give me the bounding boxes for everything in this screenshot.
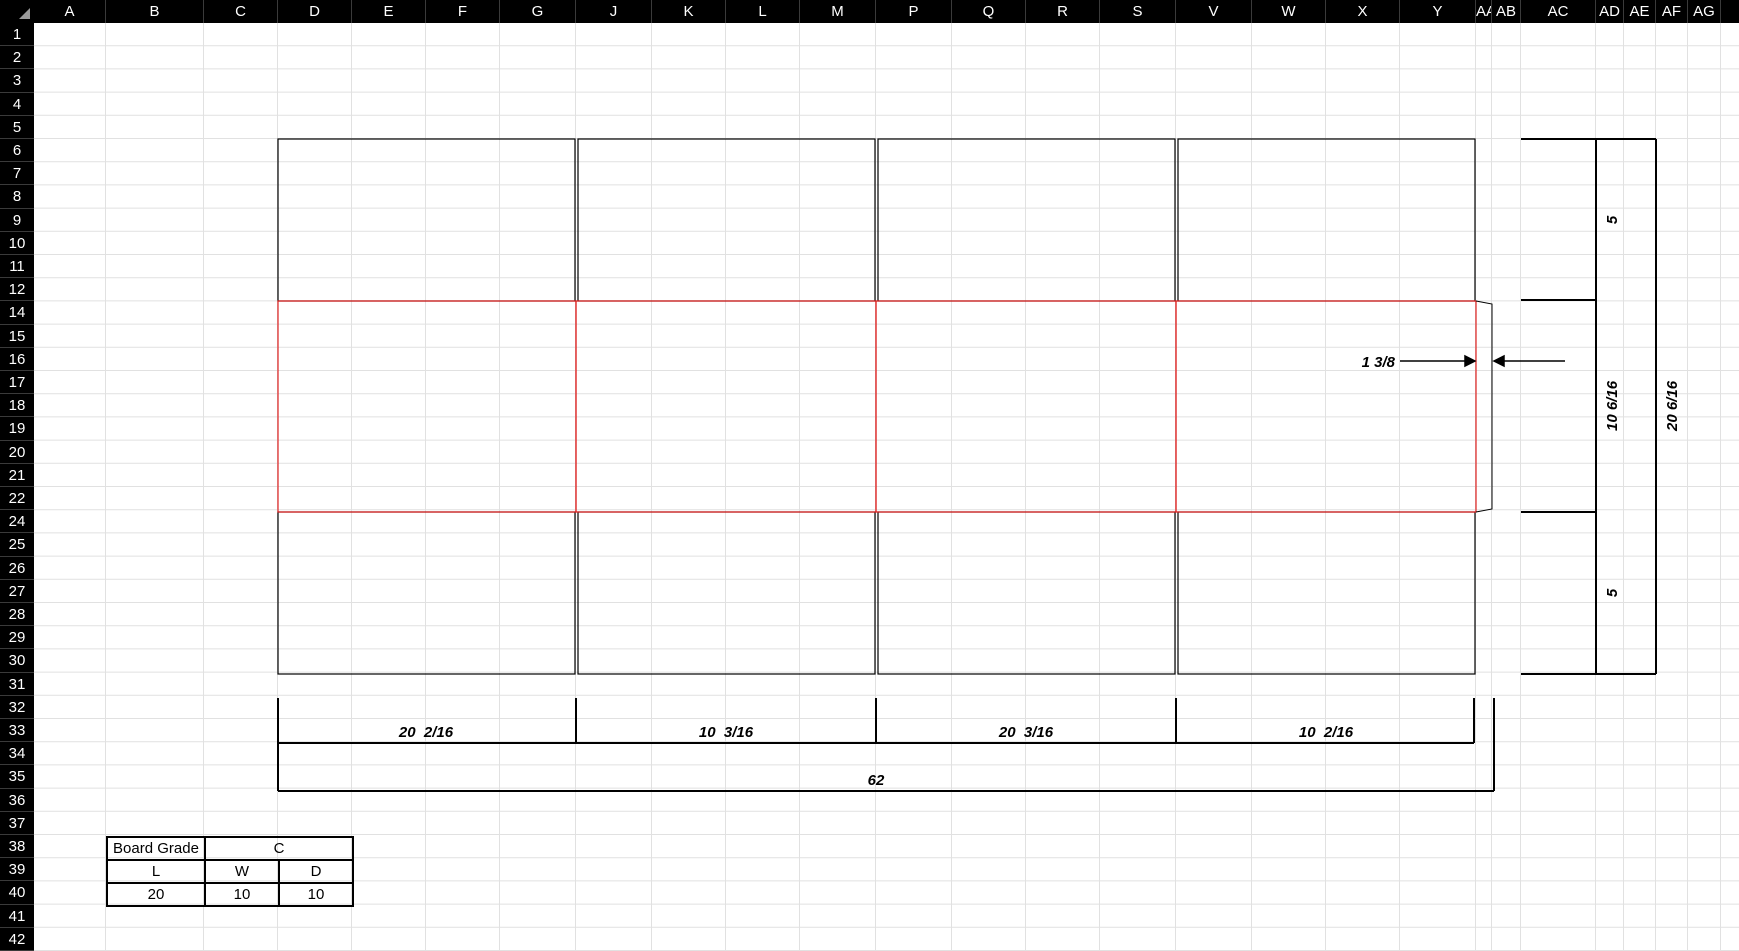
- bottom-flap-dimension: 5: [1604, 588, 1621, 597]
- panel-2-dimension: 10 3/16: [699, 724, 754, 741]
- panel-4-dimension: 10 2/16: [1299, 724, 1354, 741]
- total-length-dimension: 62: [868, 772, 885, 789]
- select-all-corner[interactable]: [0, 0, 34, 23]
- row-header-41[interactable]: 41: [0, 905, 34, 928]
- spreadsheet: ABCDEFGJKLMPQRSVWXYAAABACADAEAFAG 123456…: [0, 0, 1739, 951]
- header-l[interactable]: L: [106, 859, 206, 884]
- row-header-17[interactable]: 17: [0, 371, 34, 395]
- row-header-18[interactable]: 18: [0, 394, 34, 418]
- row-header-9[interactable]: 9: [0, 209, 34, 232]
- row-header-6[interactable]: 6: [0, 139, 34, 163]
- row-header-21[interactable]: 21: [0, 464, 34, 487]
- row-header-36[interactable]: 36: [0, 789, 34, 812]
- row-header-32[interactable]: 32: [0, 696, 34, 719]
- column-header-AG[interactable]: AG: [1688, 0, 1721, 23]
- column-header-bar: ABCDEFGJKLMPQRSVWXYAAABACADAEAFAG: [0, 0, 1739, 23]
- panel-1-dimension: 20 2/16: [398, 724, 454, 741]
- value-d[interactable]: 10: [278, 882, 354, 907]
- column-header-AD[interactable]: AD: [1596, 0, 1624, 23]
- column-header-V[interactable]: V: [1176, 0, 1252, 23]
- row-header-24[interactable]: 24: [0, 510, 34, 534]
- row-header-40[interactable]: 40: [0, 881, 34, 905]
- column-header-C[interactable]: C: [204, 0, 278, 23]
- row-header-bar: 1 2 3 4 5 6 7 8 9 10 11 12 14 15 16 17 18 19 20 21 22 24 25 26 2…: [0, 23, 34, 951]
- column-header-B[interactable]: B: [106, 0, 204, 23]
- column-header-AC[interactable]: AC: [1521, 0, 1596, 23]
- header-w[interactable]: W: [204, 859, 280, 884]
- row-header-5[interactable]: 5: [0, 116, 34, 139]
- row-header-11[interactable]: 11: [0, 255, 34, 279]
- cell-grid[interactable]: [34, 23, 1739, 951]
- column-header-AA[interactable]: AA: [1476, 0, 1492, 23]
- body-height-dimension: 10 6/16: [1604, 380, 1621, 431]
- row-header-1[interactable]: 1: [0, 23, 34, 47]
- row-header-39[interactable]: 39: [0, 858, 34, 882]
- column-header-F[interactable]: F: [426, 0, 500, 23]
- row-header-26[interactable]: 26: [0, 557, 34, 580]
- row-header-35[interactable]: 35: [0, 765, 34, 789]
- column-header-AE[interactable]: AE: [1624, 0, 1656, 23]
- column-header-K[interactable]: K: [652, 0, 726, 23]
- panel-3-dimension: 20 3/16: [998, 724, 1054, 741]
- row-header-10[interactable]: 10: [0, 232, 34, 255]
- row-header-19[interactable]: 19: [0, 417, 34, 441]
- row-header-3[interactable]: 3: [0, 69, 34, 93]
- row-header-4[interactable]: 4: [0, 93, 34, 116]
- row-header-33[interactable]: 33: [0, 719, 34, 743]
- row-header-22[interactable]: 22: [0, 487, 34, 511]
- column-header-J[interactable]: J: [576, 0, 652, 23]
- row-header-12[interactable]: 12: [0, 278, 34, 302]
- column-header-L[interactable]: L: [726, 0, 800, 23]
- column-header-X[interactable]: X: [1326, 0, 1400, 23]
- row-header-14[interactable]: 14: [0, 301, 34, 325]
- row-header-29[interactable]: 29: [0, 626, 34, 650]
- column-header-Y[interactable]: Y: [1400, 0, 1476, 23]
- column-header-S[interactable]: S: [1100, 0, 1176, 23]
- header-d[interactable]: D: [278, 859, 354, 884]
- row-header-25[interactable]: 25: [0, 533, 34, 557]
- row-header-31[interactable]: 31: [0, 673, 34, 696]
- column-header-P[interactable]: P: [876, 0, 952, 23]
- row-header-28[interactable]: 28: [0, 603, 34, 627]
- column-header-A[interactable]: A: [34, 0, 106, 23]
- row-header-16[interactable]: 16: [0, 348, 34, 371]
- column-header-D[interactable]: D: [278, 0, 352, 23]
- row-header-38[interactable]: 38: [0, 835, 34, 859]
- row-header-20[interactable]: 20: [0, 441, 34, 464]
- row-header-2[interactable]: 2: [0, 46, 34, 70]
- row-header-7[interactable]: 7: [0, 162, 34, 186]
- value-w[interactable]: 10: [204, 882, 280, 907]
- row-header-34[interactable]: 34: [0, 742, 34, 766]
- column-header-Q[interactable]: Q: [952, 0, 1026, 23]
- glue-flap-dimension: 1 3/8: [1362, 354, 1396, 371]
- column-header-G[interactable]: G: [500, 0, 576, 23]
- column-header-W[interactable]: W: [1252, 0, 1326, 23]
- column-header-M[interactable]: M: [800, 0, 876, 23]
- top-flap-dimension: 5: [1604, 215, 1621, 224]
- total-height-dimension: 20 6/16: [1664, 380, 1681, 432]
- board-grade-label[interactable]: Board Grade: [106, 836, 206, 861]
- column-header-E[interactable]: E: [352, 0, 426, 23]
- value-l[interactable]: 20: [106, 882, 206, 907]
- row-header-15[interactable]: 15: [0, 325, 34, 348]
- row-header-30[interactable]: 30: [0, 649, 34, 673]
- column-header-R[interactable]: R: [1026, 0, 1100, 23]
- row-header-42[interactable]: 42: [0, 928, 34, 951]
- row-header-27[interactable]: 27: [0, 580, 34, 603]
- row-header-37[interactable]: 37: [0, 812, 34, 835]
- column-header-AF[interactable]: AF: [1656, 0, 1688, 23]
- board-grade-table: Board Grade C L W D 20 10 10: [106, 836, 354, 907]
- column-header-AB[interactable]: AB: [1492, 0, 1521, 23]
- row-header-8[interactable]: 8: [0, 185, 34, 209]
- board-grade-value[interactable]: C: [204, 836, 354, 861]
